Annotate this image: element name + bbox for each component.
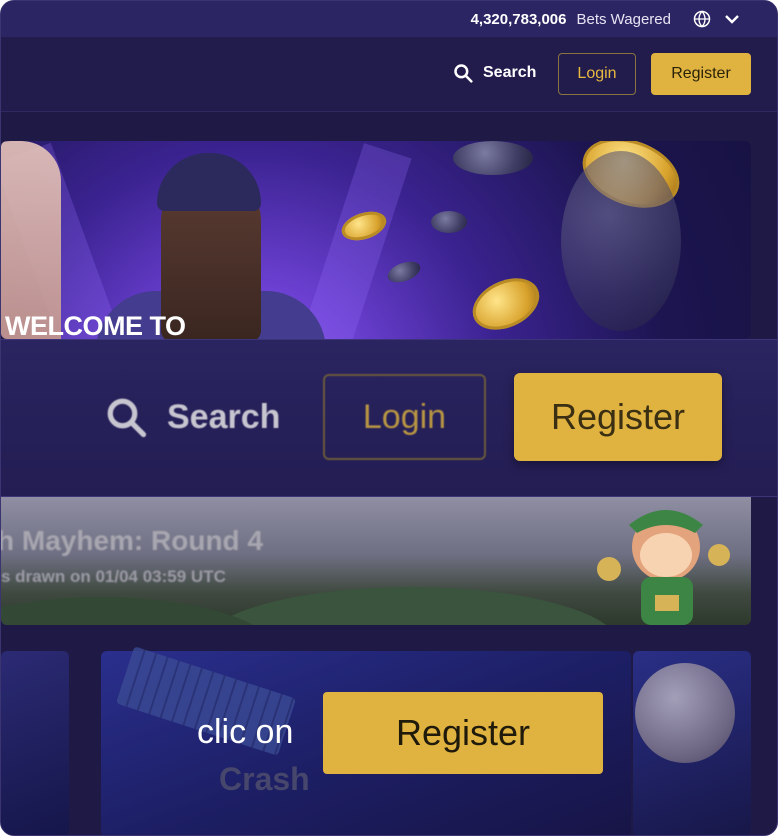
zoomed-register-button[interactable]: Register [514,373,722,461]
game-tile-left[interactable] [1,651,69,835]
coin-icon [453,141,533,175]
coin-icon [431,211,467,233]
header-search-label: Search [483,64,537,81]
hero-figure-left [1,141,61,339]
zoomed-login-button[interactable]: Login [323,374,486,460]
site-header: Search Login Register [1,37,777,112]
hero-banner[interactable]: WELCOME TO [1,141,751,339]
zoomed-header-overlay: Search Login Register [1,339,777,497]
game-tile-title: Crash [219,761,310,797]
search-icon [107,398,147,438]
header-search-button[interactable]: Search [453,63,536,83]
instruction-text: clic on [197,713,294,751]
zoomed-search-label: Search [167,397,281,436]
promo-title: h Mayhem: Round 4 [1,525,264,556]
globe-icon[interactable] [693,10,711,28]
bets-wagered-value: 4,320,783,006 [470,10,567,28]
hero-headline: WELCOME TO [5,311,186,339]
coin-icon [561,151,681,331]
hero-figure-beanie [157,153,261,211]
promo-subtitle: s drawn on 01/04 03:59 UTC [1,567,226,586]
instruction-register-button[interactable]: Register [323,692,603,774]
zoomed-search-button[interactable]: Search [105,396,280,438]
coin-icon [384,257,424,287]
leprechaun-mascot-icon [597,510,730,625]
bets-wagered-label: Bets Wagered [576,10,672,28]
search-icon [454,64,473,83]
stats-bar: 4,320,783,006 Bets Wagered [1,1,777,37]
header-login-button[interactable]: Login [558,53,636,95]
promo-banner[interactable]: h Mayhem: Round 4 s drawn on 01/04 03:59… [1,497,751,625]
header-register-button[interactable]: Register [651,53,751,95]
app-frame: 4,320,783,006 Bets Wagered Search Login … [0,0,778,836]
coin-icon [464,268,548,339]
chevron-down-icon[interactable] [725,14,739,24]
moon-icon [635,663,735,763]
